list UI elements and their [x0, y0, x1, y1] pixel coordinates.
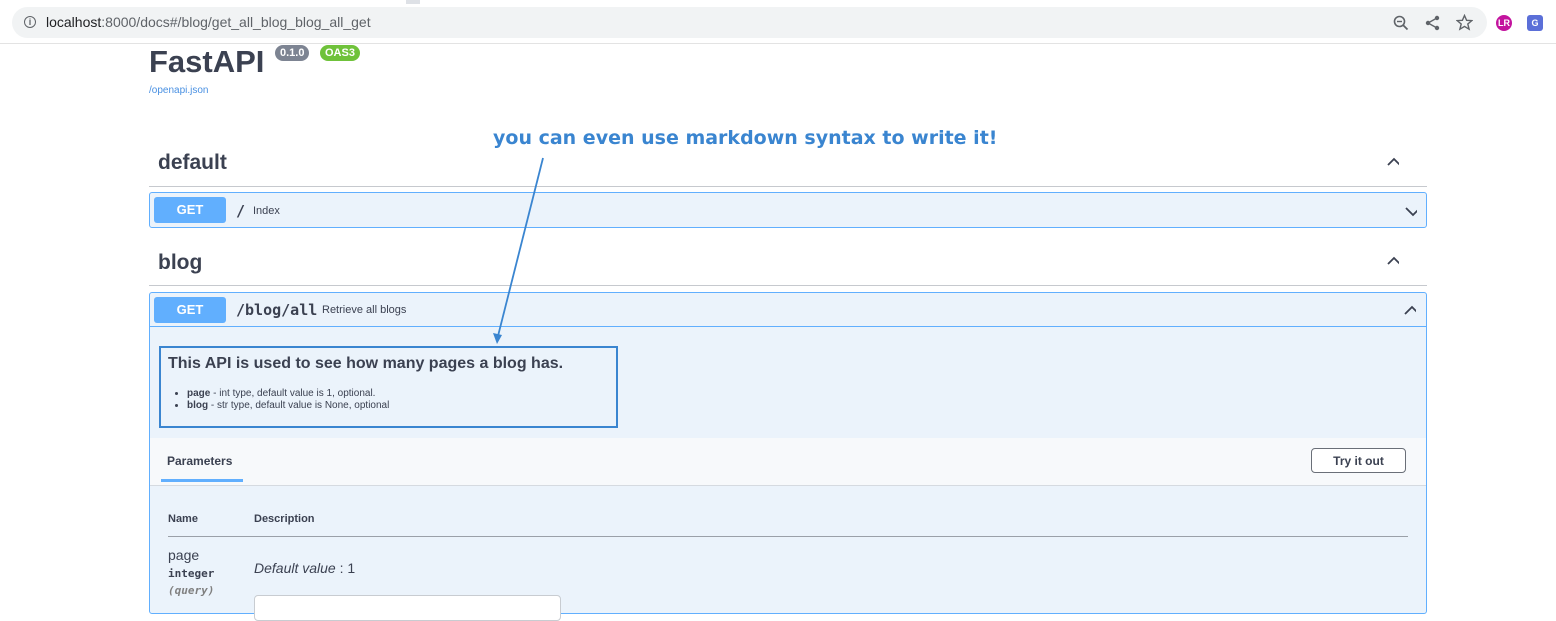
annotation-arrow: [493, 157, 544, 344]
